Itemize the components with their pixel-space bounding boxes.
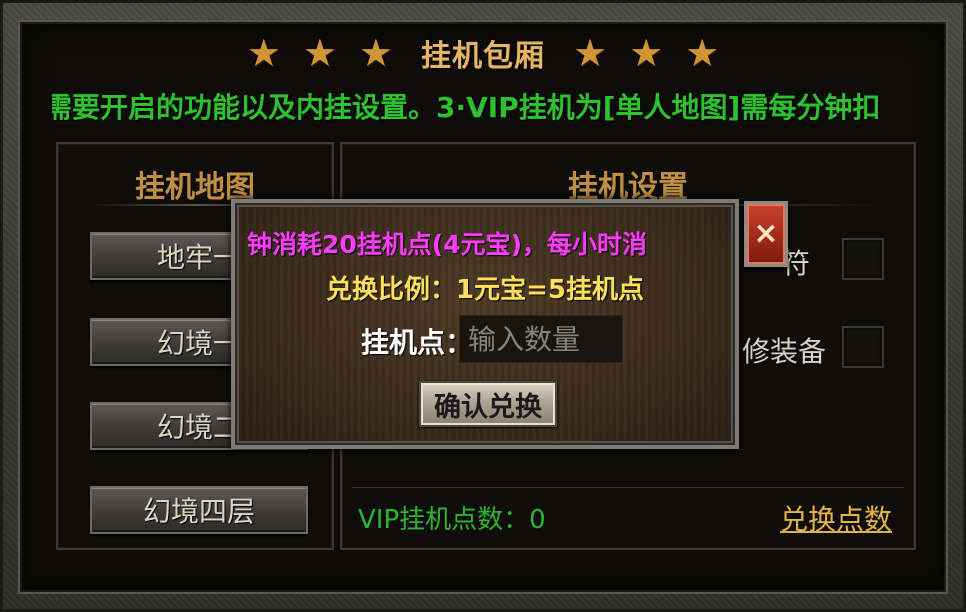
star-icon: ★ (358, 31, 393, 75)
title-bar: ★ ★ ★ 挂机包厢 ★ ★ ★ (0, 28, 966, 78)
window-title: 挂机包厢 (421, 39, 545, 74)
star-icon: ★ (302, 31, 337, 75)
points-input-label: 挂机点： (361, 326, 474, 359)
exchange-dialog: 钟消耗20挂机点(4元宝)，每小时消 兑换比例：1元宝=5挂机点 挂机点： 确认… (231, 199, 739, 449)
notice-text: 需要开启的功能以及内挂设置。3·VIP挂机为[单人地图]需每分钟扣 (52, 91, 881, 124)
notice-marquee: 需要开启的功能以及内挂设置。3·VIP挂机为[单人地图]需每分钟扣 (52, 82, 924, 128)
divider (352, 487, 904, 488)
star-icon: ★ (629, 31, 664, 75)
star-icon: ★ (573, 31, 608, 75)
map-button-illusion-4[interactable]: 幻境四层 (90, 486, 308, 534)
close-icon: × (753, 216, 779, 251)
exchange-ratio-text: 兑换比例：1元宝=5挂机点 (326, 275, 644, 305)
star-icon: ★ (246, 31, 281, 75)
option-label-repair: 修装备 (742, 335, 827, 368)
points-amount-input[interactable] (459, 315, 623, 363)
close-button[interactable]: × (744, 201, 788, 267)
exchange-points-link[interactable]: 兑换点数 (780, 498, 892, 538)
vip-points-text: VIP挂机点数：0 (358, 505, 546, 535)
dialog-message: 钟消耗20挂机点(4元宝)，每小时消 (247, 230, 648, 259)
option-checkbox-repair[interactable] (842, 326, 884, 368)
confirm-exchange-button[interactable]: 确认兑换 (419, 381, 557, 427)
star-icon: ★ (685, 31, 720, 75)
option-checkbox-talisman[interactable] (842, 238, 884, 280)
